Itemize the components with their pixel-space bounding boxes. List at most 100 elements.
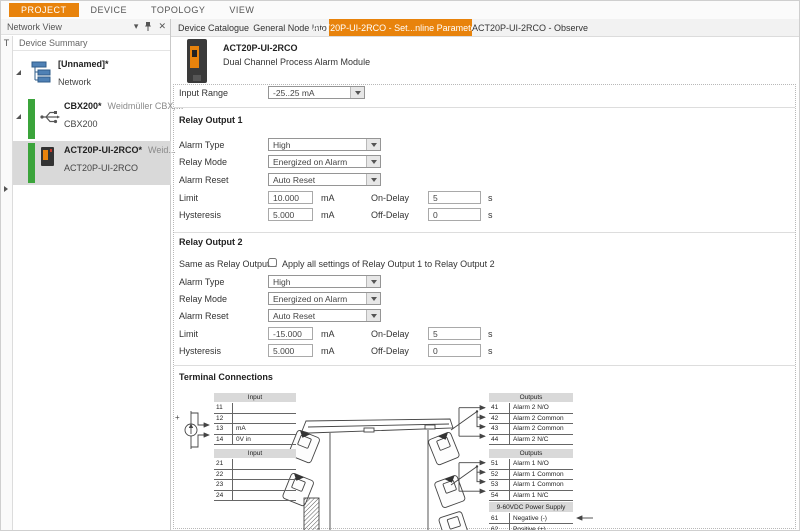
- relay2-on-delay-input[interactable]: [428, 327, 481, 340]
- outputs-alarm1-table: Outputs 51Alarm 1 N/O52Alarm 1 Common53A…: [489, 449, 573, 501]
- terminal-number: 62: [489, 524, 510, 531]
- terminal-label: Alarm 2 N/C: [510, 435, 573, 445]
- dropdown-arrow-icon[interactable]: [366, 156, 380, 167]
- terminal-number: 51: [489, 459, 510, 469]
- relay2-on-delay-unit: s: [488, 329, 493, 339]
- node-vendor: Weid...: [148, 145, 176, 155]
- input2-table: Input 21222324: [214, 449, 296, 501]
- relay2-limit-input[interactable]: [268, 327, 313, 340]
- terminal-row: 61Negative (-): [489, 513, 573, 524]
- input-range-select[interactable]: -25..25 mA: [268, 86, 365, 99]
- separator: [174, 365, 795, 366]
- menu-project[interactable]: PROJECT: [9, 3, 79, 17]
- table-header: 9-60VDC Power Supply: [489, 502, 573, 512]
- terminal-row: 41Alarm 2 N/O: [489, 403, 573, 414]
- relay2-alarm-reset-select[interactable]: Auto Reset: [268, 309, 381, 322]
- terminal-row: 42Alarm 2 Common: [489, 414, 573, 425]
- network-view-panel: Network View ▾ ✕ Device Summary T: [1, 19, 171, 531]
- relay1-alarm-reset-label: Alarm Reset: [179, 175, 229, 185]
- terminal-number: 41: [489, 403, 510, 413]
- close-icon[interactable]: ✕: [158, 21, 166, 32]
- expander-icon[interactable]: [16, 70, 21, 75]
- terminal-number: 23: [214, 480, 233, 490]
- terminal-label: Alarm 1 N/C: [510, 491, 573, 501]
- relay2-relay-mode-select[interactable]: Energized on Alarm: [268, 292, 381, 305]
- tree-gutter: T: [1, 36, 13, 531]
- network-icon: [31, 62, 53, 85]
- relay2-hysteresis-input[interactable]: [268, 344, 313, 357]
- status-bar-green: [28, 143, 35, 183]
- dropdown-arrow-icon[interactable]: [350, 87, 364, 98]
- terminal-label: [233, 480, 296, 490]
- dropdown-arrow-icon[interactable]: [366, 310, 380, 321]
- gutter-label: T: [1, 38, 12, 48]
- sidebar-item-cbx200[interactable]: CBX200*Weidmüller CBX,... CBX200: [13, 97, 171, 141]
- menu-device[interactable]: DEVICE: [79, 3, 140, 17]
- expander-icon[interactable]: [16, 114, 21, 119]
- relay1-off-delay-input[interactable]: [428, 208, 481, 221]
- usb-icon: [40, 108, 60, 126]
- relay1-alarm-reset-select[interactable]: Auto Reset: [268, 173, 381, 186]
- relay2-title: Relay Output 2: [179, 237, 243, 247]
- chevron-down-icon[interactable]: ▾: [134, 21, 139, 32]
- status-bar-green: [28, 99, 35, 139]
- relay2-limit-label: Limit: [179, 329, 198, 339]
- relay2-same-as-checkbox[interactable]: [268, 258, 277, 267]
- dropdown-arrow-icon[interactable]: [366, 276, 380, 287]
- menubar: PROJECT DEVICE TOPOLOGY VIEW: [1, 1, 799, 20]
- dropdown-arrow-icon[interactable]: [366, 174, 380, 185]
- sidebar-item-network[interactable]: [Unnamed]* Network: [13, 53, 171, 97]
- terminal-label: [233, 414, 296, 424]
- terminal-row: 54Alarm 1 N/C: [489, 491, 573, 502]
- node-subtitle: CBX200: [64, 119, 98, 129]
- tab-set-online-parameter[interactable]: ACT20P-UI-2RCO - Set...nline Parameter ×: [329, 19, 472, 36]
- terminal-row: 12: [214, 414, 296, 425]
- node-vendor: Weidmüller CBX,...: [108, 101, 184, 111]
- relay2-alarm-reset-label: Alarm Reset: [179, 311, 229, 321]
- relay2-same-as-checkbox-label: Apply all settings of Relay Output 1 to …: [282, 259, 495, 269]
- relay2-off-delay-input[interactable]: [428, 344, 481, 357]
- tab-observe[interactable]: ACT20P-UI-2RCO - Observe: [472, 19, 588, 36]
- tab-label: ACT20P-UI-2RCO - Set...nline Parameter: [312, 23, 479, 33]
- node-subtitle: ACT20P-UI-2RCO: [64, 163, 138, 173]
- relay1-limit-input[interactable]: [268, 191, 313, 204]
- terminal-row: 51Alarm 1 N/O: [489, 459, 573, 470]
- table-header: Outputs: [489, 393, 573, 402]
- relay1-off-delay-unit: s: [488, 210, 493, 220]
- relay1-hysteresis-input[interactable]: [268, 208, 313, 221]
- terminal-label: 0V in: [233, 435, 296, 445]
- terminal-number: 43: [489, 424, 510, 434]
- relay2-same-as-label: Same as Relay Output 1: [179, 259, 277, 269]
- node-name: CBX200*Weidmüller CBX,...: [64, 101, 183, 111]
- dropdown-arrow-icon[interactable]: [366, 293, 380, 304]
- relay1-relay-mode-select[interactable]: Energized on Alarm: [268, 155, 381, 168]
- panel-title: Network View: [7, 22, 62, 32]
- terminal-row: 21: [214, 459, 296, 470]
- terminal-row: 140V in: [214, 435, 296, 446]
- terminal-connections-title: Terminal Connections: [179, 372, 273, 382]
- terminal-row: 23: [214, 480, 296, 491]
- terminal-number: 12: [214, 414, 233, 424]
- terminal-number: 42: [489, 414, 510, 424]
- current-item-arrow-icon: [4, 186, 8, 192]
- relay1-relay-mode-label: Relay Mode: [179, 157, 227, 167]
- terminal-number: 22: [214, 470, 233, 480]
- relay1-alarm-type-select[interactable]: High: [268, 138, 381, 151]
- relay2-on-delay-label: On-Delay: [371, 329, 409, 339]
- relay2-alarm-type-select[interactable]: High: [268, 275, 381, 288]
- application-window: PROJECT DEVICE TOPOLOGY VIEW Network Vie…: [0, 0, 800, 531]
- dropdown-arrow-icon[interactable]: [366, 139, 380, 150]
- menu-topology[interactable]: TOPOLOGY: [139, 3, 217, 17]
- terminal-label: Negative (-): [510, 513, 573, 523]
- menu-view[interactable]: VIEW: [217, 3, 266, 17]
- terminal-number: 13: [214, 424, 233, 434]
- relay1-on-delay-input[interactable]: [428, 191, 481, 204]
- sidebar-item-act20p[interactable]: ACT20P-UI-2RCO*Weid... ACT20P-UI-2RCO: [13, 141, 171, 185]
- pin-icon[interactable]: [144, 21, 152, 32]
- input-range-label: Input Range: [179, 88, 228, 98]
- terminal-number: 21: [214, 459, 233, 469]
- terminal-row: 24: [214, 491, 296, 502]
- terminal-number: 11: [214, 403, 233, 413]
- terminal-number: 53: [489, 480, 510, 490]
- tab-device-catalogue[interactable]: Device Catalogue: [176, 19, 251, 36]
